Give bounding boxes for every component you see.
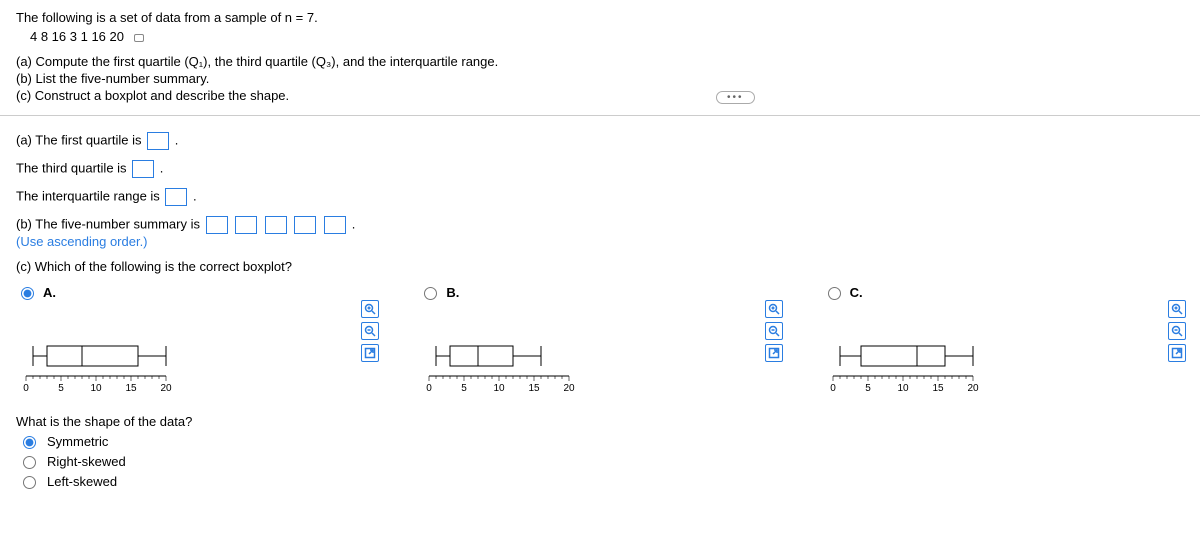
svg-text:0: 0	[427, 383, 433, 394]
task-b: (b) List the five-number summary.	[16, 71, 1184, 86]
choice-b-radio[interactable]	[424, 287, 437, 300]
zoom-in-icon[interactable]	[361, 300, 379, 318]
boxplot-b-svg: 0 5 10 15 20	[419, 326, 579, 396]
fivenum-input-4[interactable]	[294, 216, 316, 234]
fivenum-hint: (Use ascending order.)	[16, 234, 1184, 249]
answer-q1-row: (a) The first quartile is .	[16, 132, 1184, 150]
fivenum-input-3[interactable]	[265, 216, 287, 234]
svg-text:5: 5	[58, 383, 64, 394]
svg-text:0: 0	[23, 383, 29, 394]
more-options-button[interactable]: •••	[716, 91, 755, 104]
shape-opt-right[interactable]: Right-skewed	[18, 453, 1184, 469]
boxplot-a-svg: 0 5 10 15 20	[16, 326, 176, 396]
q1-label: (a) The first quartile is	[16, 132, 145, 147]
svg-text:20: 20	[967, 383, 979, 394]
q3-label: The third quartile is	[16, 160, 130, 175]
boxplot-question: (c) Which of the following is the correc…	[16, 259, 1184, 274]
zoom-in-icon[interactable]	[1168, 300, 1186, 318]
svg-text:10: 10	[90, 383, 102, 394]
choice-a-label: A.	[43, 285, 56, 300]
answer-iqr-row: The interquartile range is .	[16, 188, 1184, 206]
boxplot-c-svg: 0 5 10 15 20	[823, 326, 983, 396]
shape-opt-symmetric[interactable]: Symmetric	[18, 433, 1184, 449]
svg-text:0: 0	[830, 383, 836, 394]
svg-text:20: 20	[160, 383, 172, 394]
svg-text:15: 15	[529, 383, 541, 394]
fivenum-input-1[interactable]	[206, 216, 228, 234]
svg-text:15: 15	[125, 383, 137, 394]
choice-a-radio[interactable]	[21, 287, 34, 300]
choice-a: A. 0 5 10 15 20	[16, 284, 379, 396]
choice-c: C. 0 5 10 15 20	[823, 284, 1186, 396]
expand-icon[interactable]	[765, 344, 783, 362]
fivenum-label: (b) The five-number summary is	[16, 216, 204, 231]
divider	[0, 115, 1200, 116]
shape-opt-left[interactable]: Left-skewed	[18, 473, 1184, 489]
expand-icon[interactable]	[1168, 344, 1186, 362]
q3-input[interactable]	[132, 160, 154, 178]
choice-b-label: B.	[446, 285, 459, 300]
fivenum-input-2[interactable]	[235, 216, 257, 234]
shape-radio-symmetric[interactable]	[23, 436, 36, 449]
task-c: (c) Construct a boxplot and describe the…	[16, 88, 1184, 103]
shape-label-0: Symmetric	[47, 434, 108, 449]
intro-text: The following is a set of data from a sa…	[16, 10, 1184, 25]
axis-ticks-a: 0 5 10 15 20	[23, 376, 172, 394]
shape-label-2: Left-skewed	[47, 474, 117, 489]
shape-label-1: Right-skewed	[47, 454, 126, 469]
iqr-label: The interquartile range is	[16, 188, 163, 203]
choice-c-radio[interactable]	[828, 287, 841, 300]
task-list: (a) Compute the first quartile (Q₁), the…	[16, 54, 1184, 103]
data-values-text: 4 8 16 3 1 16 20	[30, 29, 124, 44]
boxplot-choices: A. 0 5 10 15 20	[16, 284, 1186, 396]
zoom-in-icon[interactable]	[765, 300, 783, 318]
q1-input[interactable]	[147, 132, 169, 150]
zoom-out-icon[interactable]	[361, 322, 379, 340]
svg-text:5: 5	[462, 383, 468, 394]
svg-text:10: 10	[494, 383, 506, 394]
shape-question: What is the shape of the data?	[16, 414, 1184, 429]
period: .	[352, 216, 356, 231]
expand-icon[interactable]	[361, 344, 379, 362]
task-a: (a) Compute the first quartile (Q₁), the…	[16, 54, 1184, 69]
zoom-out-icon[interactable]	[1168, 322, 1186, 340]
fivenum-input-5[interactable]	[324, 216, 346, 234]
data-values: 4 8 16 3 1 16 20	[30, 29, 1184, 44]
answer-q3-row: The third quartile is .	[16, 160, 1184, 178]
period: .	[175, 132, 179, 147]
svg-text:10: 10	[897, 383, 909, 394]
svg-text:15: 15	[932, 383, 944, 394]
zoom-out-icon[interactable]	[765, 322, 783, 340]
shape-options: Symmetric Right-skewed Left-skewed	[16, 433, 1184, 489]
shape-radio-right[interactable]	[23, 456, 36, 469]
choice-b: B. 0 5 10 15 20	[419, 284, 782, 396]
svg-text:5: 5	[865, 383, 871, 394]
iqr-input[interactable]	[165, 188, 187, 206]
svg-text:20: 20	[564, 383, 576, 394]
answer-fivenum-row: (b) The five-number summary is . (Use as…	[16, 216, 1184, 249]
choice-c-label: C.	[850, 285, 863, 300]
drag-data-icon[interactable]	[134, 34, 144, 42]
shape-radio-left[interactable]	[23, 476, 36, 489]
period: .	[160, 160, 164, 175]
period: .	[193, 188, 197, 203]
